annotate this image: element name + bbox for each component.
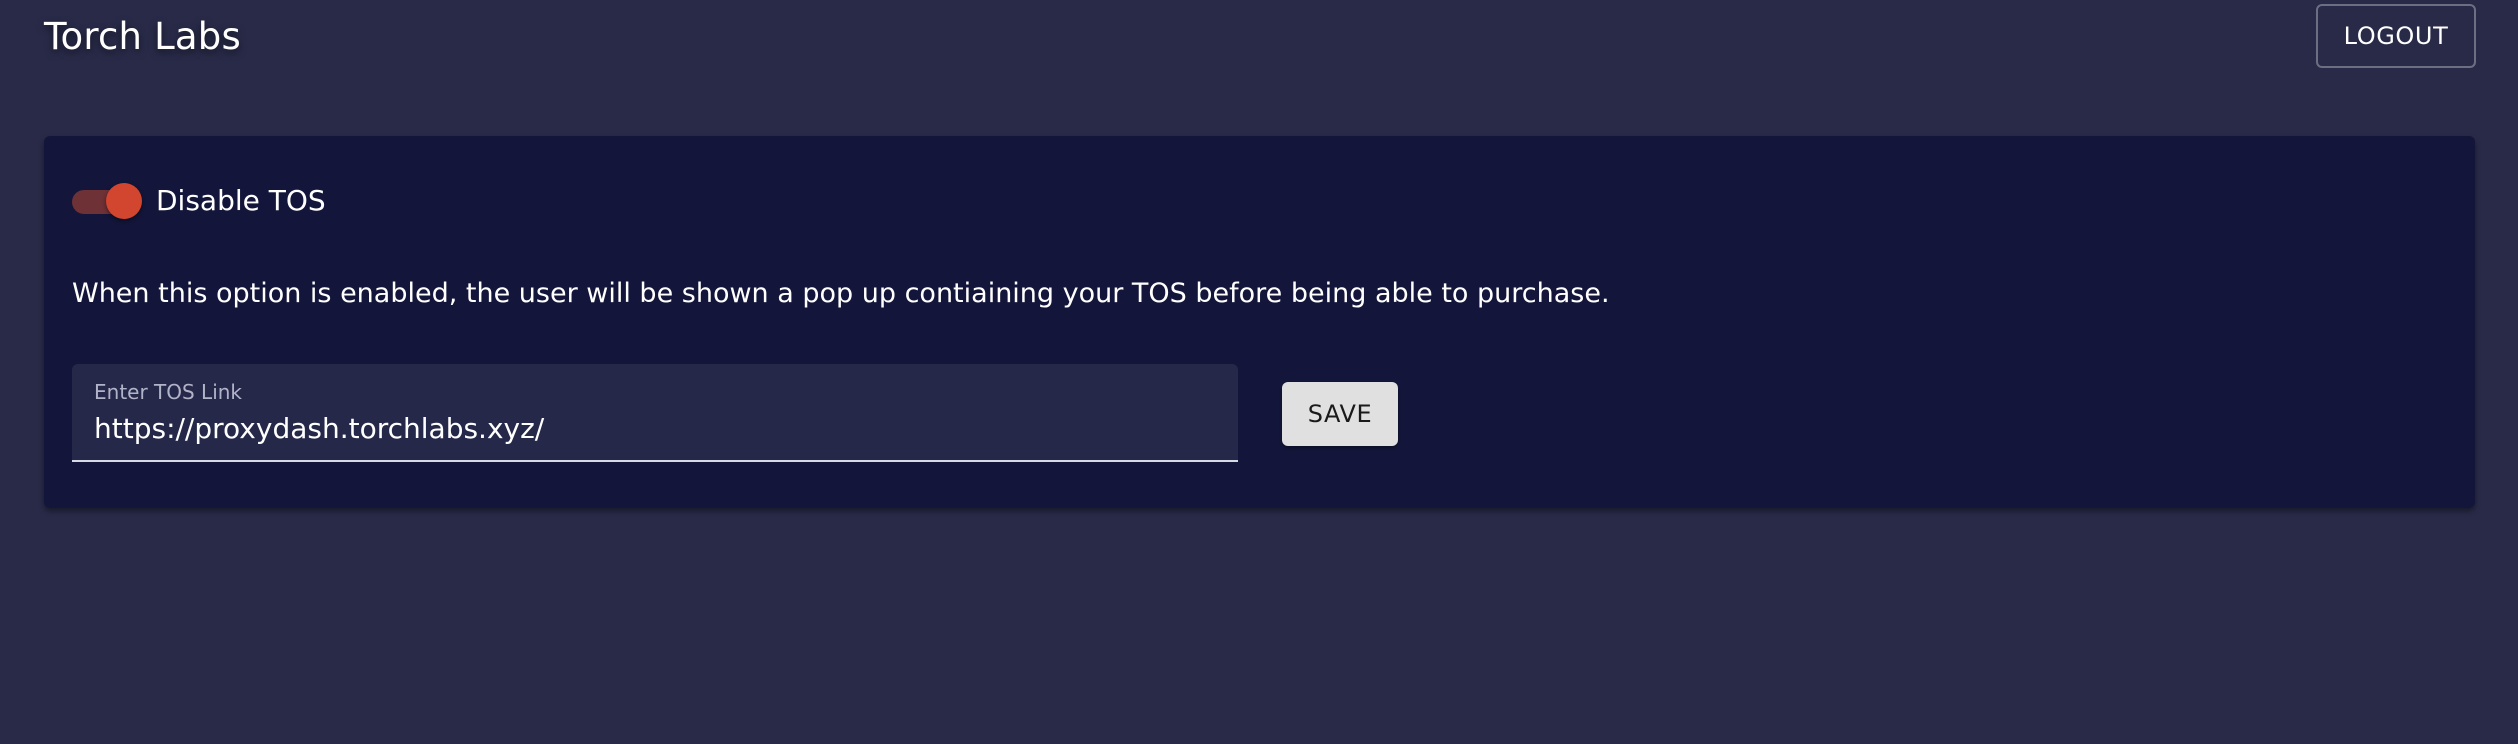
brand-title: Torch Labs	[44, 15, 241, 58]
tos-link-field[interactable]: Enter TOS Link	[72, 364, 1238, 462]
tos-link-label: Enter TOS Link	[94, 380, 243, 404]
save-button[interactable]: SAVE	[1282, 382, 1398, 446]
disable-tos-label: Disable TOS	[156, 183, 326, 217]
tos-link-input[interactable]	[94, 408, 1204, 448]
disable-tos-toggle-row[interactable]: Disable TOS	[72, 178, 326, 222]
tos-settings-card: Disable TOS When this option is enabled,…	[44, 136, 2475, 508]
switch-thumb[interactable]	[106, 183, 142, 219]
tos-description: When this option is enabled, the user wi…	[72, 278, 1610, 309]
disable-tos-switch[interactable]	[72, 178, 144, 222]
logout-button[interactable]: LOGOUT	[2316, 4, 2476, 68]
